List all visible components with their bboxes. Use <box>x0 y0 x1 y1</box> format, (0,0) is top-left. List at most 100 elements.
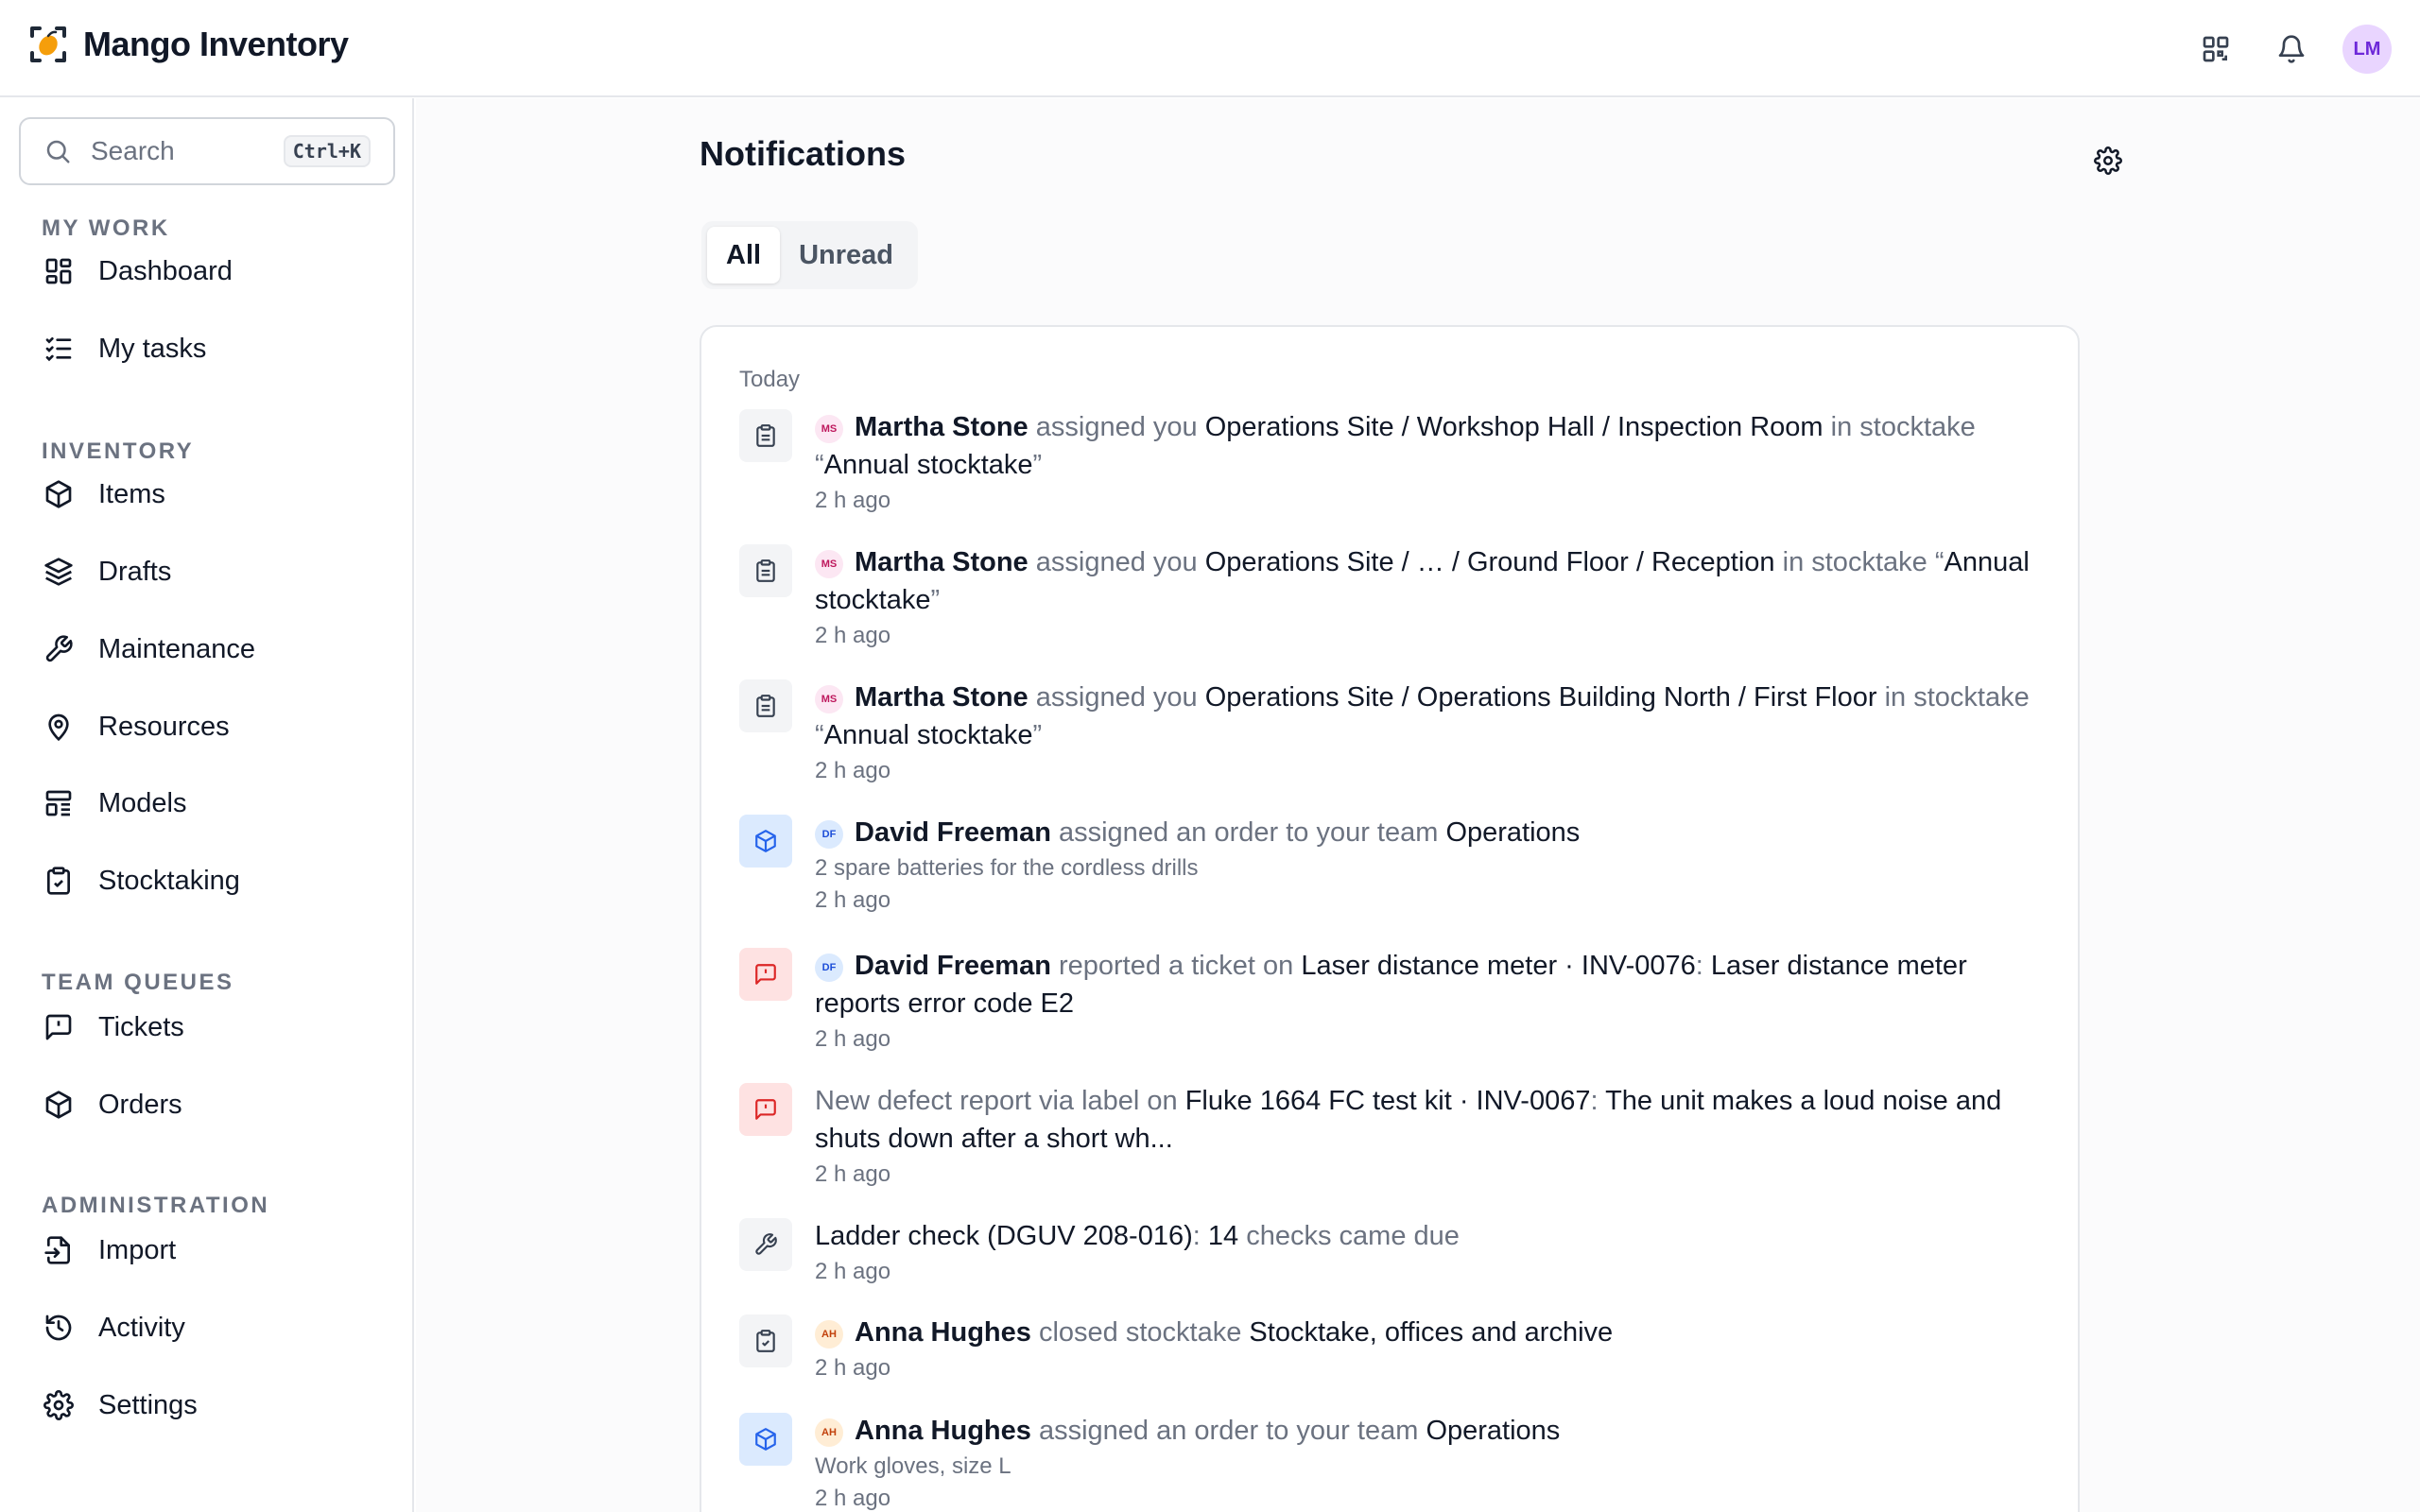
notification-verb: assigned an order to your team <box>1058 817 1439 848</box>
actor-avatar: AH <box>815 1320 843 1349</box>
history-icon <box>45 1314 72 1341</box>
sidebar-item-label: Stocktaking <box>98 865 240 896</box>
notification-colon: : <box>1695 951 1703 981</box>
notification-item[interactable]: New defect report via label on Fluke 166… <box>739 1082 2044 1190</box>
ticket-icon <box>755 1099 776 1120</box>
box-icon <box>45 480 72 508</box>
notification-object[interactable]: Operations <box>1426 1416 1560 1446</box>
sidebar-item-settings[interactable]: Settings <box>23 1374 391 1436</box>
notifications-list: Today MS Martha Stone assigned you Operat… <box>700 325 2080 1512</box>
notification-time: 2 h ago <box>815 758 891 783</box>
notification-lead: New defect report via label on <box>815 1086 1178 1116</box>
sidebar-item-my-tasks[interactable]: My tasks <box>23 318 391 380</box>
box-icon <box>755 1428 776 1451</box>
notification-verb: assigned you <box>1035 682 1198 713</box>
notification-item[interactable]: Ladder check (DGUV 208-016): 14 checks c… <box>739 1217 2044 1287</box>
sidebar-item-items[interactable]: Items <box>23 463 391 525</box>
sidebar-item-tickets[interactable]: Tickets <box>23 996 391 1058</box>
sidebar-item-label: Resources <box>98 711 230 742</box>
notification-time: 2 h ago <box>815 1161 891 1187</box>
tasks-icon <box>45 337 72 362</box>
layout-icon <box>45 790 72 816</box>
search-box[interactable]: Search Ctrl+K <box>19 117 395 185</box>
ticket-icon <box>45 1014 72 1040</box>
qr-code-icon <box>2203 36 2229 62</box>
notification-time: 2 h ago <box>815 623 891 648</box>
notification-item[interactable]: AH Anna Hughes closed stocktake Stocktake… <box>739 1314 2044 1383</box>
notification-target[interactable]: Annual stocktake <box>824 720 1033 750</box>
tab-all[interactable]: All <box>707 227 781 284</box>
quote-close: ” <box>930 585 941 615</box>
sidebar-item-label: Items <box>98 478 165 509</box>
notification-object[interactable]: Laser distance meter · INV-0076 <box>1301 951 1695 981</box>
notification-object[interactable]: Stocktake, offices and archive <box>1249 1317 1613 1348</box>
actor-avatar: MS <box>815 550 843 578</box>
sidebar-item-label: Settings <box>98 1389 198 1420</box>
actor-avatar: AH <box>815 1418 843 1447</box>
notification-target[interactable]: Annual stocktake <box>824 450 1033 480</box>
actor-name[interactable]: Anna Hughes <box>855 1416 1031 1446</box>
notification-settings-button[interactable] <box>2089 142 2127 180</box>
search-input[interactable]: Search <box>91 136 284 166</box>
notification-object[interactable]: Ladder check (DGUV 208-016) <box>815 1221 1193 1251</box>
sidebar-item-orders[interactable]: Orders <box>23 1074 391 1136</box>
notification-object[interactable]: Fluke 1664 FC test kit · INV-0067 <box>1185 1086 1591 1116</box>
sidebar-item-dashboard[interactable]: Dashboard <box>23 240 391 302</box>
actor-name[interactable]: Martha Stone <box>855 682 1028 713</box>
section-label-administration: ADMINISTRATION <box>42 1193 270 1218</box>
sidebar: Search Ctrl+K MY WORK Dashboard My tasks… <box>0 98 414 1512</box>
clipboard-icon <box>756 695 775 717</box>
actor-name[interactable]: Anna Hughes <box>855 1317 1031 1348</box>
group-label-today: Today <box>739 367 801 392</box>
sidebar-item-label: Import <box>98 1234 177 1265</box>
sidebar-item-label: Drafts <box>98 556 172 587</box>
layers-icon <box>44 558 73 586</box>
dashboard-icon <box>45 258 72 284</box>
notification-verb: assigned you <box>1035 547 1198 577</box>
notification-item[interactable]: AH Anna Hughes assigned an order to your … <box>739 1412 2044 1512</box>
notification-time: 2 h ago <box>815 1486 891 1511</box>
notification-time: 2 h ago <box>815 488 891 513</box>
clipboard-icon <box>756 424 775 447</box>
sidebar-item-label: Dashboard <box>98 255 233 286</box>
qr-code-button[interactable] <box>2189 23 2242 76</box>
sidebar-item-models[interactable]: Models <box>23 772 391 834</box>
notification-subtext: 2 spare batteries for the cordless drill… <box>815 855 1199 881</box>
tab-unread[interactable]: Unread <box>780 227 912 284</box>
notification-item[interactable]: DF David Freeman reported a ticket on Las… <box>739 947 2044 1055</box>
location-icon <box>48 713 69 742</box>
notification-time: 2 h ago <box>815 1355 891 1381</box>
notification-prep: in stocktake <box>1782 547 1927 577</box>
sidebar-item-resources[interactable]: Resources <box>23 696 391 758</box>
actor-name[interactable]: David Freeman <box>855 817 1051 848</box>
notification-object[interactable]: Operations Site / Workshop Hall / Inspec… <box>1205 412 1824 442</box>
notification-object[interactable]: Operations Site / Operations Building No… <box>1205 682 1877 713</box>
actor-name[interactable]: Martha Stone <box>855 547 1028 577</box>
actor-name[interactable]: Martha Stone <box>855 412 1028 442</box>
sidebar-item-label: Maintenance <box>98 633 256 664</box>
sidebar-item-label: Models <box>98 787 187 818</box>
app-name: Mango Inventory <box>83 25 349 63</box>
user-avatar[interactable]: LM <box>2342 25 2392 74</box>
notifications-button[interactable] <box>2265 23 2318 76</box>
notification-colon: : <box>1192 1221 1201 1251</box>
notification-tabs: All Unread <box>701 221 918 289</box>
sidebar-item-import[interactable]: Import <box>23 1219 391 1281</box>
sidebar-item-activity[interactable]: Activity <box>23 1297 391 1359</box>
box-icon <box>755 830 776 852</box>
notification-item[interactable]: MS Martha Stone assigned you Operations S… <box>739 679 2044 786</box>
brand[interactable]: Mango Inventory <box>28 25 349 64</box>
notification-item[interactable]: MS Martha Stone assigned you Operations S… <box>739 543 2044 651</box>
wrench-icon <box>45 635 73 662</box>
notification-verb: assigned you <box>1035 412 1198 442</box>
notification-item[interactable]: MS Martha Stone assigned you Operations S… <box>739 408 2044 516</box>
sidebar-item-stocktaking[interactable]: Stocktaking <box>23 850 391 912</box>
notification-item[interactable]: DF David Freeman assigned an order to you… <box>739 814 2044 916</box>
notification-object[interactable]: Operations Site / … / Ground Floor / Rec… <box>1205 547 1775 577</box>
sidebar-item-drafts[interactable]: Drafts <box>23 541 391 603</box>
actor-name[interactable]: David Freeman <box>855 951 1051 981</box>
notification-object[interactable]: Operations <box>1445 817 1580 848</box>
quote-close: ” <box>1032 450 1043 480</box>
search-icon <box>46 140 70 163</box>
sidebar-item-maintenance[interactable]: Maintenance <box>23 618 391 680</box>
